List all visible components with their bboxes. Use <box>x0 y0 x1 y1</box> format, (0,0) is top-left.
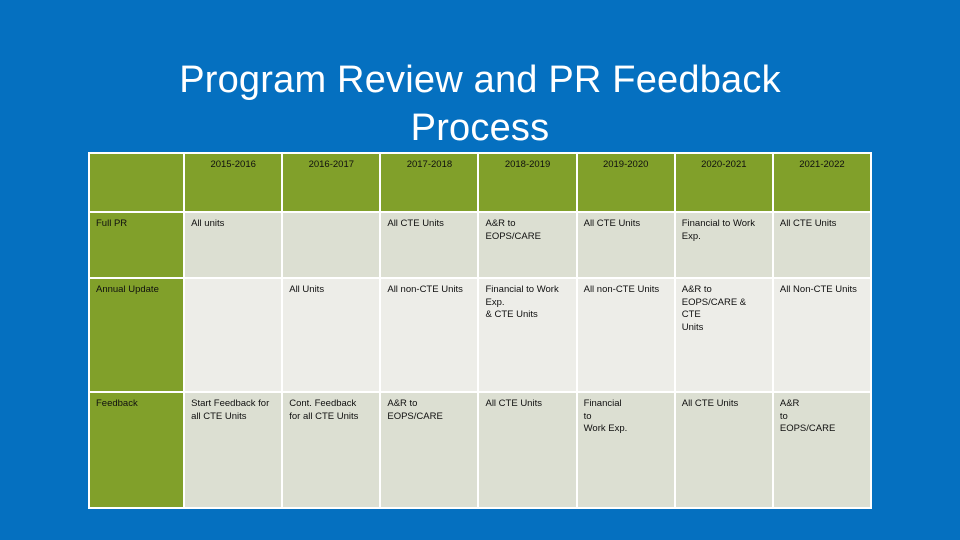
column-header-2020-2021: 2020-2021 <box>675 154 772 211</box>
cell-feedback-2018-2019: All CTE Units <box>479 393 576 507</box>
cell-feedback-2021-2022: A&R to EOPS/CARE <box>773 393 870 507</box>
row-label-full-pr: Full PR <box>90 213 184 277</box>
cell-annual-update-2021-2022: All Non-CTE Units <box>773 279 870 391</box>
cell-full-pr-2018-2019: A&R to EOPS/CARE <box>479 213 576 277</box>
row-label-annual-update: Annual Update <box>90 279 184 391</box>
column-header-2016-2017: 2016-2017 <box>283 154 380 211</box>
column-header-2018-2019: 2018-2019 <box>479 154 576 211</box>
cell-annual-update-2015-2016 <box>185 279 282 391</box>
cell-full-pr-2020-2021: Financial to Work Exp. <box>675 213 772 277</box>
cell-feedback-2017-2018: A&R to EOPS/CARE <box>381 393 478 507</box>
cell-annual-update-2019-2020: All non-CTE Units <box>577 279 674 391</box>
table-header-row: 2015-2016 2016-2017 2017-2018 2018-2019 … <box>90 154 870 211</box>
cell-feedback-2019-2020: Financial to Work Exp. <box>577 393 674 507</box>
cell-full-pr-2017-2018: All CTE Units <box>381 213 478 277</box>
cell-full-pr-2021-2022: All CTE Units <box>773 213 870 277</box>
column-header-2015-2016: 2015-2016 <box>185 154 282 211</box>
cell-full-pr-2019-2020: All CTE Units <box>577 213 674 277</box>
program-review-matrix: 2015-2016 2016-2017 2017-2018 2018-2019 … <box>88 152 872 509</box>
page-title: Program Review and PR Feedback Process <box>179 59 781 149</box>
cell-annual-update-2020-2021: A&R to EOPS/CARE & CTE Units <box>675 279 772 391</box>
cell-feedback-2016-2017: Cont. Feedback for all CTE Units <box>283 393 380 507</box>
column-header-2019-2020: 2019-2020 <box>577 154 674 211</box>
header-corner-cell <box>90 154 184 211</box>
column-header-2021-2022: 2021-2022 <box>773 154 870 211</box>
cell-feedback-2020-2021: All CTE Units <box>675 393 772 507</box>
row-label-feedback: Feedback <box>90 393 184 507</box>
cell-full-pr-2015-2016: All units <box>185 213 282 277</box>
cell-feedback-2015-2016: Start Feedback for all CTE Units <box>185 393 282 507</box>
cell-annual-update-2016-2017: All Units <box>283 279 380 391</box>
cell-full-pr-2016-2017 <box>283 213 380 277</box>
table-row: Full PR All units All CTE Units A&R to E… <box>90 213 870 277</box>
table-row: Feedback Start Feedback for all CTE Unit… <box>90 393 870 507</box>
cell-annual-update-2017-2018: All non-CTE Units <box>381 279 478 391</box>
table-row: Annual Update All Units All non-CTE Unit… <box>90 279 870 391</box>
column-header-2017-2018: 2017-2018 <box>381 154 478 211</box>
slide-canvas: Program Review and PR Feedback Process 2… <box>0 0 960 540</box>
cell-annual-update-2018-2019: Financial to Work Exp. & CTE Units <box>479 279 576 391</box>
